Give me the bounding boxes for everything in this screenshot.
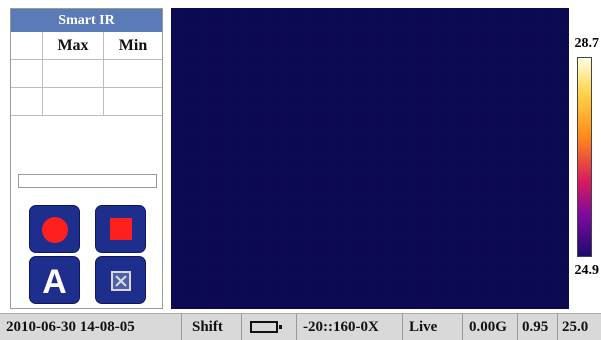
thermal-image-view[interactable]: [171, 8, 569, 309]
table-row: [11, 88, 162, 116]
table-header-min: Min: [118, 37, 148, 54]
stop-button[interactable]: [95, 205, 146, 253]
status-mode: Live: [403, 314, 463, 340]
scale-min-label: 24.9: [574, 263, 600, 278]
table-header-blank: [11, 32, 43, 59]
status-datetime: 2010-06-30 14-08-05: [0, 314, 182, 340]
table-row: [11, 60, 162, 88]
table-header-max: Max: [43, 32, 104, 59]
record-dot-icon: [42, 217, 68, 243]
scale-max-label: 28.7: [574, 36, 600, 51]
table-header-row: Max Min: [11, 32, 162, 60]
status-battery: [242, 314, 297, 340]
temperature-colorbar: [577, 57, 592, 257]
smart-ir-panel: Smart IR Max Min A: [10, 8, 163, 309]
auto-button-label: A: [42, 263, 67, 301]
table-cell: [43, 88, 104, 115]
max-min-table: Max Min: [11, 32, 162, 116]
battery-icon: [250, 321, 282, 333]
table-cell: [104, 60, 162, 87]
snapshot-frame-icon: [111, 271, 131, 291]
table-cell: [11, 60, 43, 87]
table-cell: [104, 88, 162, 115]
panel-title: Smart IR: [11, 9, 162, 32]
progress-bar: [18, 174, 157, 188]
table-cell: [43, 60, 104, 87]
record-button[interactable]: [29, 205, 80, 253]
status-shift[interactable]: Shift: [182, 314, 242, 340]
stop-square-icon: [110, 218, 132, 240]
status-range: -20::160-0X: [297, 314, 403, 340]
status-emissivity: 0.95: [518, 314, 558, 340]
status-temp: 25.0: [562, 318, 589, 335]
auto-button[interactable]: A: [29, 256, 80, 304]
status-gain: 0.00G: [463, 314, 518, 340]
snapshot-button[interactable]: [95, 256, 146, 304]
status-bar: 2010-06-30 14-08-05 Shift -20::160-0X Li…: [0, 313, 601, 340]
table-cell: [11, 88, 43, 115]
